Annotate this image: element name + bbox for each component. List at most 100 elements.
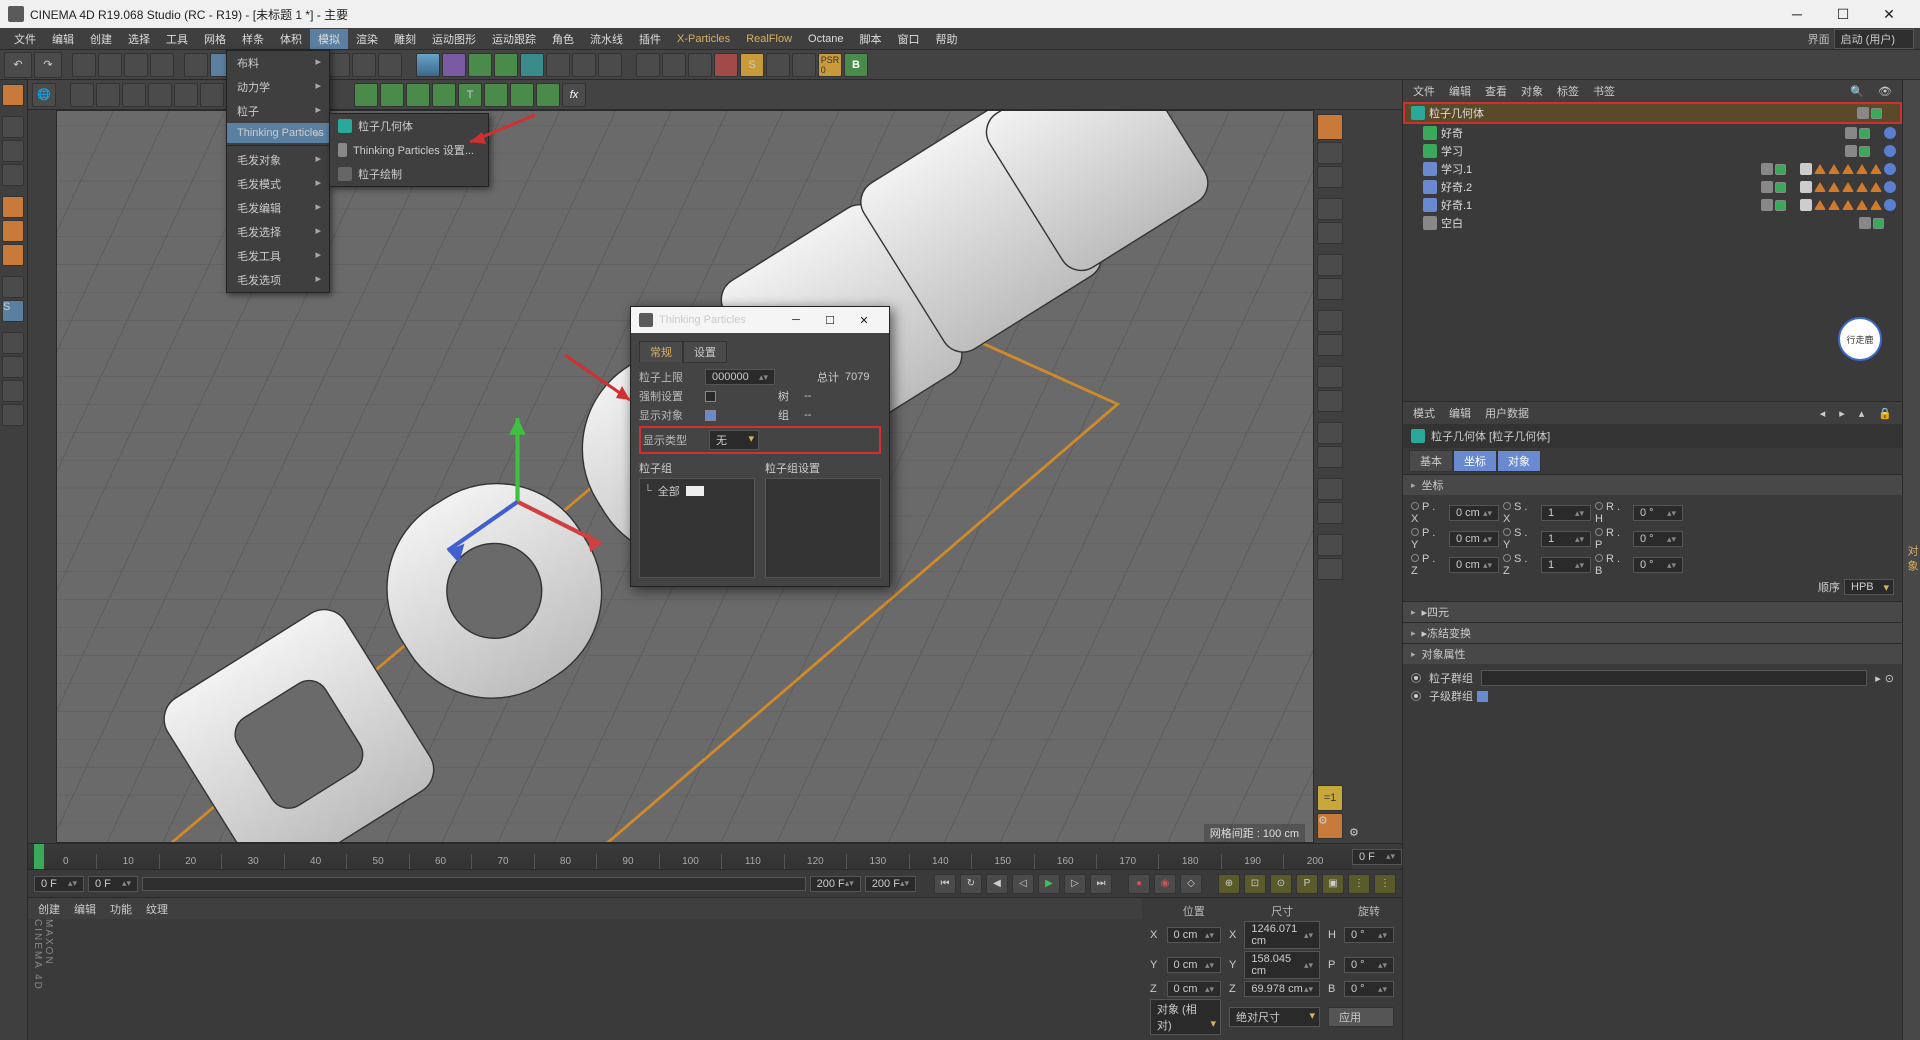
tp-group-settings[interactable] [765,478,881,578]
menu-cloth[interactable]: 布料 [227,51,329,75]
size-x-field[interactable]: 1246.071 cm▴▾ [1244,921,1320,949]
b-icon[interactable]: B [844,53,868,77]
rvt13-icon[interactable] [1317,478,1343,500]
om-edit[interactable]: 编辑 [1449,83,1471,99]
spline-icon[interactable] [442,53,466,77]
menu-track[interactable]: 运动跟踪 [484,29,544,49]
om-tag-icon[interactable] [1842,164,1854,174]
pos-x-field[interactable]: 0 cm▴▾ [1167,927,1222,943]
key-rot-button[interactable]: ⊙ [1270,874,1292,894]
make-editable-icon[interactable] [2,84,24,106]
poly-mode-icon[interactable] [2,244,24,266]
snap-icon[interactable]: S [2,300,24,322]
key-scl-button[interactable]: ⊡ [1244,874,1266,894]
menu-plugins[interactable]: 插件 [631,29,669,49]
axis-mode-icon[interactable] [2,276,24,298]
environment-icon[interactable] [546,53,570,77]
menu-hair-obj[interactable]: 毛发对象 [227,148,329,172]
om-eye-icon[interactable]: 👁 [1878,85,1892,98]
attr-sx[interactable]: 1▴▾ [1541,505,1591,521]
rvt9-icon[interactable] [1317,366,1343,388]
pos-mode-dropdown[interactable]: 对象 (相对) [1150,999,1221,1035]
rvt6-icon[interactable] [1317,278,1343,300]
undo-button[interactable]: ↶ [4,52,32,78]
om-tag-icon[interactable] [1884,199,1896,211]
sub3-icon[interactable] [122,83,146,107]
menu-hair-mode[interactable]: 毛发模式 [227,172,329,196]
key-pos-button[interactable]: ⊕ [1218,874,1240,894]
rvt1-icon[interactable] [1317,142,1343,164]
range-abs-start[interactable]: 0 F▴▾ [34,876,84,892]
attr-up-icon[interactable]: ▴ [1859,407,1865,420]
mg8-icon[interactable] [536,83,560,107]
grid-gear-icon[interactable]: ⚙ [1349,826,1371,839]
rvt14-icon[interactable] [1317,502,1343,524]
attr-sy[interactable]: 1▴▾ [1541,531,1591,547]
menu-select[interactable]: 选择 [120,29,158,49]
menu-hair-opts[interactable]: 毛发选项 [227,268,329,292]
key-a-button[interactable]: ▣ [1322,874,1344,894]
om-tag-icon[interactable] [1884,127,1896,139]
rvt3-icon[interactable] [1317,198,1343,220]
deformer-icon[interactable] [520,53,544,77]
tp-group-all[interactable]: 全部 [658,483,680,499]
tab-function[interactable]: 功能 [110,901,132,917]
om-tag-icon[interactable] [1814,182,1826,192]
menu-xparticles[interactable]: X-Particles [669,31,738,47]
om-tag-icon[interactable] [1800,163,1812,175]
plug-icon[interactable] [766,53,790,77]
menu-spline[interactable]: 样条 [234,29,272,49]
light-icon[interactable] [598,53,622,77]
autokey-button[interactable]: ◉ [1154,874,1176,894]
play-back-button[interactable]: ◁ [1012,874,1034,894]
om-tag-icon[interactable] [1842,200,1854,210]
render-region-icon[interactable] [352,53,376,77]
goto-start-button[interactable]: ⏮ [934,874,956,894]
menu-help[interactable]: 帮助 [928,29,966,49]
dialog-close-button[interactable]: ✕ [847,314,881,327]
attr-back-icon[interactable]: ◂ [1820,407,1826,420]
texture-mode-icon[interactable] [2,140,24,162]
om-tag-icon[interactable] [1800,181,1812,193]
menu-sculpt[interactable]: 雕刻 [386,29,424,49]
om-tag-icon[interactable] [1814,164,1826,174]
om-row[interactable]: 好奇.1 [1403,196,1902,214]
om-tag-icon[interactable] [1800,199,1812,211]
om-tag-icon[interactable] [1870,200,1882,210]
pos-z-field[interactable]: 0 cm▴▾ [1167,981,1222,997]
pgroup-field[interactable] [1481,670,1867,686]
scale-icon[interactable] [124,53,148,77]
sidebar-objects-tab[interactable]: 对象 [1902,80,1920,1040]
mg1-icon[interactable] [354,83,378,107]
menu-create[interactable]: 创建 [82,29,120,49]
om-search-icon[interactable]: 🔍 [1850,85,1864,98]
loop-button[interactable]: ↻ [960,874,982,894]
attr-lock-icon[interactable]: 🔒 [1878,407,1892,420]
tab-texture[interactable]: 纹理 [146,901,168,917]
rvt11-icon[interactable] [1317,422,1343,444]
dialog-titlebar[interactable]: Thinking Particles ─ ☐ ✕ [631,307,889,333]
menu-thinking-particles[interactable]: Thinking Particles [227,123,329,143]
mg5-icon[interactable]: T [458,83,482,107]
history-icon[interactable] [184,53,208,77]
om-tag-icon[interactable] [1856,182,1868,192]
om-file[interactable]: 文件 [1413,83,1435,99]
workplane-icon[interactable] [2,164,24,186]
pgroup-pick2-icon[interactable]: ⊙ [1885,672,1894,685]
tp-tab-settings[interactable]: 设置 [683,341,727,363]
mg2-icon[interactable] [380,83,404,107]
range-start[interactable]: 0 F▴▾ [88,876,138,892]
om-tag-icon[interactable] [1884,181,1896,193]
om-tag-icon[interactable] [1814,200,1826,210]
menu-particles[interactable]: 粒子 [227,99,329,123]
section-quat[interactable]: ▸四元 [1403,602,1902,622]
rvt8-icon[interactable] [1317,334,1343,356]
om-row[interactable]: 空白 [1403,214,1902,232]
tp-settings-item[interactable]: Thinking Particles 设置... [330,138,488,162]
pgroup-pick-icon[interactable]: ▸ [1875,672,1881,685]
size-z-field[interactable]: 69.978 cm▴▾ [1244,981,1320,997]
sub1-icon[interactable] [70,83,94,107]
rvt12-icon[interactable] [1317,446,1343,468]
generator2-icon[interactable] [494,53,518,77]
om-row[interactable]: 好奇 [1403,124,1902,142]
